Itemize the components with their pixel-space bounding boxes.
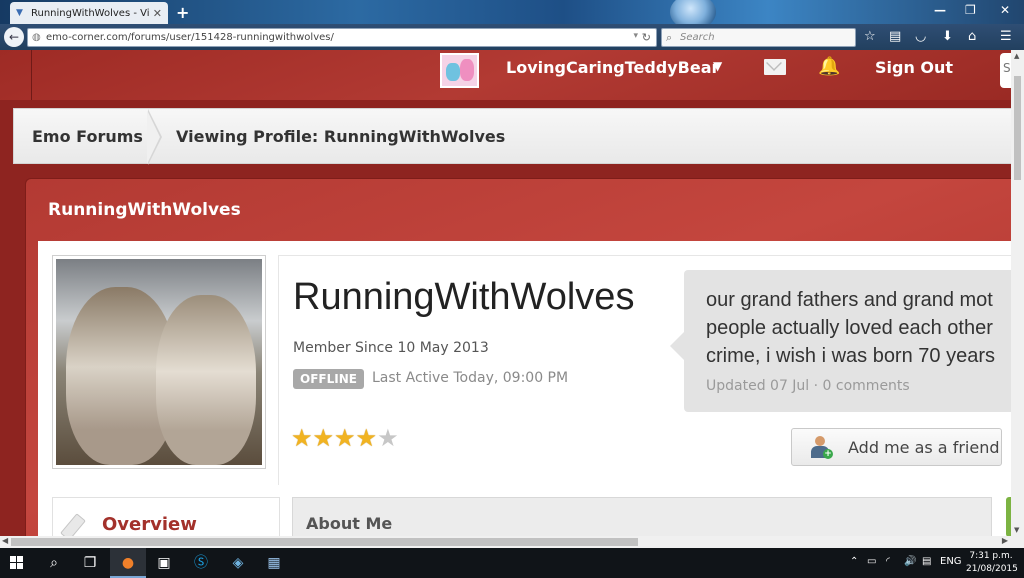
scroll-right-icon[interactable]: ▶	[1002, 536, 1008, 545]
tab-overview[interactable]: Overview	[52, 497, 280, 536]
status-bubble-tip	[670, 332, 684, 360]
clock-date: 21/08/2015	[966, 564, 1018, 574]
breadcrumb-home[interactable]: Emo Forums	[32, 127, 143, 146]
scroll-left-icon[interactable]: ◀	[2, 536, 8, 545]
reload-icon[interactable]: ↻	[642, 31, 651, 44]
pencil-icon	[60, 513, 86, 536]
app-icon[interactable]: ◈	[229, 554, 247, 572]
tab-overview-label: Overview	[102, 514, 197, 535]
firefox-icon: ●	[121, 555, 135, 571]
screenshot-app-icon[interactable]: ▦	[265, 554, 283, 572]
horizontal-scrollbar[interactable]: ◀ ▶	[0, 536, 1024, 548]
profile-photo[interactable]	[56, 259, 262, 465]
search-placeholder: Search	[680, 32, 715, 43]
close-tab-icon[interactable]: ✕	[153, 7, 162, 20]
battery-icon[interactable]: ▭	[867, 556, 876, 567]
member-since: Member Since 10 May 2013	[293, 340, 489, 356]
store-icon[interactable]: ▣	[155, 554, 173, 572]
download-icon[interactable]: ⬇	[942, 29, 953, 44]
status-update: our grand fathers and grand mot people a…	[684, 270, 1011, 412]
star-icon[interactable]: ★	[356, 424, 378, 452]
breadcrumb-separator	[147, 109, 162, 165]
about-me-section: About Me	[292, 497, 992, 536]
skype-icon[interactable]: Ⓢ	[192, 554, 210, 572]
url-text: emo-corner.com/forums/user/151428-runnin…	[46, 32, 334, 43]
tab-title: RunningWithWolves - Vie...	[31, 7, 149, 19]
page-title: RunningWithWolves	[293, 276, 635, 318]
sign-out-link[interactable]: Sign Out	[875, 58, 953, 77]
wifi-icon[interactable]: ◜	[886, 556, 890, 567]
profile-photo-frame	[52, 255, 266, 469]
profile-info: RunningWithWolves Member Since 10 May 20…	[278, 255, 1011, 485]
header-divider	[31, 50, 32, 100]
chevron-down-icon[interactable]: ▼	[713, 59, 722, 73]
scroll-thumb[interactable]	[1014, 76, 1021, 180]
status-text: our grand fathers and grand mot people a…	[706, 286, 1011, 370]
profile-card: RunningWithWolves RunningWithWolves Memb…	[25, 178, 1011, 536]
search-box-edge[interactable]: S	[1000, 53, 1011, 88]
back-button[interactable]: ←	[4, 27, 24, 47]
add-user-icon: +	[810, 436, 833, 460]
browser-nav-bar: ← ◍ emo-corner.com/forums/user/151428-ru…	[0, 24, 1024, 50]
close-window-button[interactable]: ✕	[1000, 3, 1010, 17]
language-indicator[interactable]: ENG	[940, 556, 962, 567]
search-input[interactable]: ⌕ Search	[661, 28, 856, 47]
windows-start-icon[interactable]	[10, 556, 24, 570]
profile-title: RunningWithWolves	[48, 200, 241, 220]
clock-time: 7:31 p.m.	[969, 551, 1013, 561]
star-icon[interactable]: ★	[377, 424, 399, 452]
bell-icon[interactable]: 🔔	[818, 56, 840, 77]
browser-tab[interactable]: ▼ RunningWithWolves - Vie... ✕	[10, 2, 168, 24]
taskbar: ⌕ ❐ ● ▣ Ⓢ ◈ ▦ ⌃ ▭ ◜ 🔊 ▤ ENG 7:31 p.m. 21…	[0, 548, 1024, 578]
status-line: people actually loved each other	[706, 317, 993, 339]
status-line: our grand fathers and grand mot	[706, 289, 993, 311]
chevron-down-icon[interactable]: ▾	[633, 31, 638, 41]
breadcrumb-current: Viewing Profile: RunningWithWolves	[176, 127, 506, 146]
home-icon[interactable]: ⌂	[968, 29, 976, 44]
globe-icon: ◍	[32, 32, 41, 43]
chevron-up-icon[interactable]: ⌃	[850, 556, 858, 567]
address-bar[interactable]: ◍ emo-corner.com/forums/user/151428-runn…	[27, 28, 657, 47]
site-header: LovingCaringTeddyBear ▼ 🔔 Sign Out S	[0, 50, 1011, 100]
avatar[interactable]	[440, 53, 479, 88]
star-icon[interactable]: ★	[313, 424, 335, 452]
add-friend-label: Add me as a friend	[848, 438, 1000, 457]
search-icon[interactable]: ⌕	[45, 554, 63, 572]
minimize-button[interactable]: —	[934, 3, 946, 17]
status-badge: OFFLINE	[293, 369, 364, 389]
menu-icon[interactable]: ☰	[1000, 29, 1012, 44]
volume-icon[interactable]: 🔊	[904, 556, 916, 567]
scroll-down-icon[interactable]: ▼	[1014, 526, 1019, 534]
search-icon: ⌕	[666, 31, 673, 44]
vertical-scrollbar[interactable]: ▲ ▼	[1011, 50, 1024, 536]
about-me-heading: About Me	[306, 514, 393, 533]
action-center-icon[interactable]: ▤	[922, 556, 931, 567]
restore-button[interactable]: ❐	[965, 3, 976, 17]
scroll-thumb[interactable]	[11, 538, 638, 546]
star-icon[interactable]: ★	[291, 424, 313, 452]
site-favicon-icon: ▼	[16, 8, 23, 18]
avatar-bear-blue	[446, 63, 460, 81]
pocket-icon[interactable]: ◡	[915, 29, 926, 44]
breadcrumb: Emo Forums Viewing Profile: RunningWithW…	[13, 108, 1011, 165]
rating-stars[interactable]: ★★★★★	[291, 426, 399, 450]
reading-list-icon[interactable]: ▤	[889, 29, 901, 44]
last-active: Last Active Today, 09:00 PM	[372, 370, 569, 386]
mail-icon[interactable]	[764, 59, 786, 75]
bookmark-star-icon[interactable]: ☆	[864, 29, 876, 44]
scroll-up-icon[interactable]: ▲	[1014, 52, 1019, 60]
status-line: crime, i wish i was born 70 years	[706, 345, 995, 367]
status-meta[interactable]: Updated 07 Jul · 0 comments	[706, 378, 910, 394]
new-tab-button[interactable]: +	[176, 3, 189, 22]
system-clock[interactable]: 7:31 p.m. 21/08/2015	[966, 550, 1018, 576]
add-friend-button[interactable]: + Add me as a friend	[791, 428, 1002, 466]
user-menu-name[interactable]: LovingCaringTeddyBear	[506, 58, 719, 77]
profile-body: RunningWithWolves Member Since 10 May 20…	[38, 241, 1011, 536]
task-view-icon[interactable]: ❐	[81, 554, 99, 572]
star-icon[interactable]: ★	[334, 424, 356, 452]
page-viewport: LovingCaringTeddyBear ▼ 🔔 Sign Out S Emo…	[0, 50, 1011, 536]
browser-tab-bar: ▼ RunningWithWolves - Vie... ✕ + — ❐ ✕	[0, 0, 1024, 30]
avatar-bear-pink	[460, 59, 474, 81]
wolf-right	[156, 295, 256, 465]
